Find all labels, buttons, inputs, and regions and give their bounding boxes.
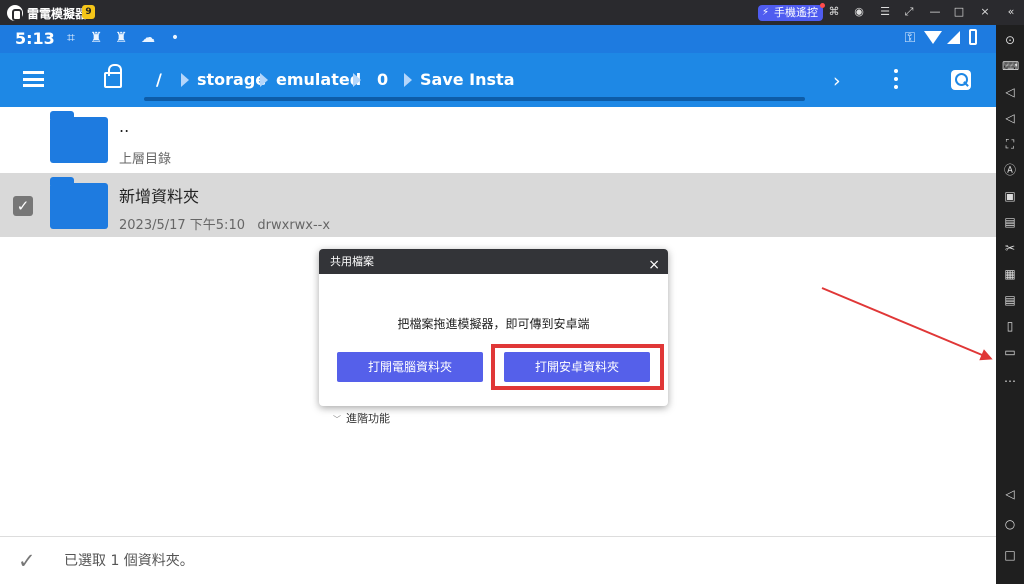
apk-install-icon[interactable]: ▣	[1002, 188, 1018, 204]
battery-icon	[969, 29, 977, 45]
open-android-folder-button[interactable]: 打開安卓資料夾	[504, 352, 650, 382]
video-icon[interactable]: ▦	[1002, 266, 1018, 282]
volume-down-icon[interactable]: ◁	[1002, 110, 1018, 126]
settings-icon[interactable]: ⊙	[1002, 32, 1018, 48]
folder-permissions: drwxrwx--x	[257, 218, 331, 233]
path-scroll-indicator	[144, 97, 805, 101]
android-screen: 5:13 ⌗ ♜ ♜ ☁ • ⚿ / storage emulated 0 Sa…	[0, 25, 996, 584]
maximize-icon[interactable]: □	[952, 4, 966, 20]
chess-rook-icon: ♜	[114, 30, 128, 46]
folder-date: 2023/5/17 下午5:10	[119, 218, 245, 233]
dialog-header: 共用檔案 ×	[319, 249, 668, 274]
vpn-key-icon: ⚿	[904, 30, 916, 46]
shared-folder-icon[interactable]: ▭	[1002, 344, 1018, 360]
breadcrumb-storage[interactable]: storage	[197, 70, 266, 89]
recent-apps-icon[interactable]: □	[1002, 547, 1018, 563]
menu-icon[interactable]: ☰	[878, 4, 892, 20]
scissors-icon[interactable]: ✂	[1002, 240, 1018, 256]
breadcrumb-save-insta[interactable]: Save Insta	[420, 70, 514, 89]
wifi-icon	[924, 31, 942, 44]
parent-directory-name: ..	[119, 117, 130, 136]
folder-icon	[50, 111, 108, 163]
sync-icon[interactable]: ▤	[1002, 292, 1018, 308]
more-options-icon[interactable]	[894, 69, 898, 89]
volume-up-icon[interactable]: ◁	[1002, 84, 1018, 100]
cloud-icon: ☁	[141, 30, 155, 46]
version-badge: 9	[82, 5, 95, 19]
android-status-bar: 5:13 ⌗ ♜ ♜ ☁ • ⚿	[0, 25, 996, 53]
chess-piece-icon: ♜	[89, 30, 103, 46]
vibrate-icon[interactable]: ▯	[1002, 318, 1018, 334]
close-icon[interactable]: ×	[978, 4, 992, 20]
open-pc-folder-button[interactable]: 打開電腦資料夾	[337, 352, 483, 382]
folder-metadata: 2023/5/17 下午5:10 drwxrwx--x	[119, 214, 330, 233]
checkmark-icon[interactable]: ✓	[18, 550, 40, 572]
folder-name: 新增資料夾	[119, 187, 200, 206]
remote-control-button[interactable]: 手機遙控	[758, 3, 825, 21]
screenshot-icon[interactable]: ⛶	[1002, 136, 1018, 152]
selection-status: 已選取 1 個資料夾。	[64, 553, 194, 569]
parent-directory-row[interactable]: .. 上層目錄	[0, 107, 996, 171]
operation-record-icon[interactable]: Ⓐ	[1002, 162, 1018, 178]
more-tools-icon[interactable]: …	[1002, 370, 1018, 386]
shared-files-dialog: 共用檔案 × 把檔案拖進模擬器，即可傳到安卓端 打開電腦資料夾 打開安卓資料夾 …	[319, 249, 668, 425]
parent-directory-label: 上層目錄	[119, 152, 172, 167]
status-time: 5:13	[15, 29, 55, 48]
account-icon[interactable]: ◉	[852, 4, 866, 20]
file-manager-toolbar: / storage emulated 0 Save Insta ›	[0, 53, 996, 107]
notification-dot-icon: •	[170, 30, 180, 46]
hamburger-menu-icon[interactable]	[23, 71, 44, 87]
window-titlebar: 雷電模擬器 9 手機遙控 ⌘ ◉ ☰ ⤢ — □ × «	[0, 0, 1024, 25]
dialog-close-icon[interactable]: ×	[648, 253, 660, 278]
breadcrumb-separator-icon	[181, 73, 189, 87]
signal-icon	[947, 31, 960, 44]
home-icon[interactable]: ○	[1002, 516, 1018, 532]
selected-folder-row[interactable]: ✓ 新增資料夾 2023/5/17 下午5:10 drwxrwx--x	[0, 173, 996, 237]
emulator-sidebar: ⊙ ⌨ ◁ ◁ ⛶ Ⓐ ▣ ▤ ✂ ▦ ▤ ▯ ▭ … ◁ ○ □	[996, 25, 1024, 584]
status-app-icon: ⌗	[67, 30, 75, 46]
dialog-title: 共用檔案	[330, 255, 374, 268]
minimize-icon[interactable]: —	[928, 4, 942, 20]
breadcrumb-separator-icon	[353, 73, 361, 87]
folder-icon	[50, 177, 108, 229]
checkbox-icon[interactable]: ✓	[13, 196, 33, 216]
advanced-options-link[interactable]: 進階功能	[333, 410, 390, 426]
back-icon[interactable]: ◁	[1002, 486, 1018, 502]
forward-chevron-icon[interactable]: ›	[833, 70, 841, 92]
breadcrumb-root[interactable]: /	[156, 70, 162, 89]
file-list: .. 上層目錄 ✓ 新增資料夾 2023/5/17 下午5:10 drwxrwx…	[0, 107, 996, 237]
apk-icon[interactable]: ▤	[1002, 214, 1018, 230]
fullscreen-icon[interactable]: ⤢	[902, 4, 916, 20]
breadcrumb-zero[interactable]: 0	[377, 70, 388, 89]
remote-control-label: 手機遙控	[774, 6, 818, 19]
breadcrumb-separator-icon	[260, 73, 268, 87]
collapse-sidebar-icon[interactable]: «	[1004, 4, 1018, 20]
notification-dot	[820, 3, 825, 8]
gamepad-icon[interactable]: ⌘	[827, 4, 841, 20]
breadcrumb-separator-icon	[404, 73, 412, 87]
breadcrumb-emulated[interactable]: emulated	[276, 70, 361, 89]
lock-icon[interactable]	[104, 64, 122, 88]
selection-status-bar: ✓ 已選取 1 個資料夾。	[0, 536, 996, 584]
dialog-message: 把檔案拖進模擬器，即可傳到安卓端	[397, 317, 590, 331]
app-title: 雷電模擬器	[27, 7, 88, 21]
app-logo-icon	[7, 5, 23, 21]
keyboard-icon[interactable]: ⌨	[1002, 58, 1019, 74]
search-icon[interactable]	[951, 70, 971, 90]
